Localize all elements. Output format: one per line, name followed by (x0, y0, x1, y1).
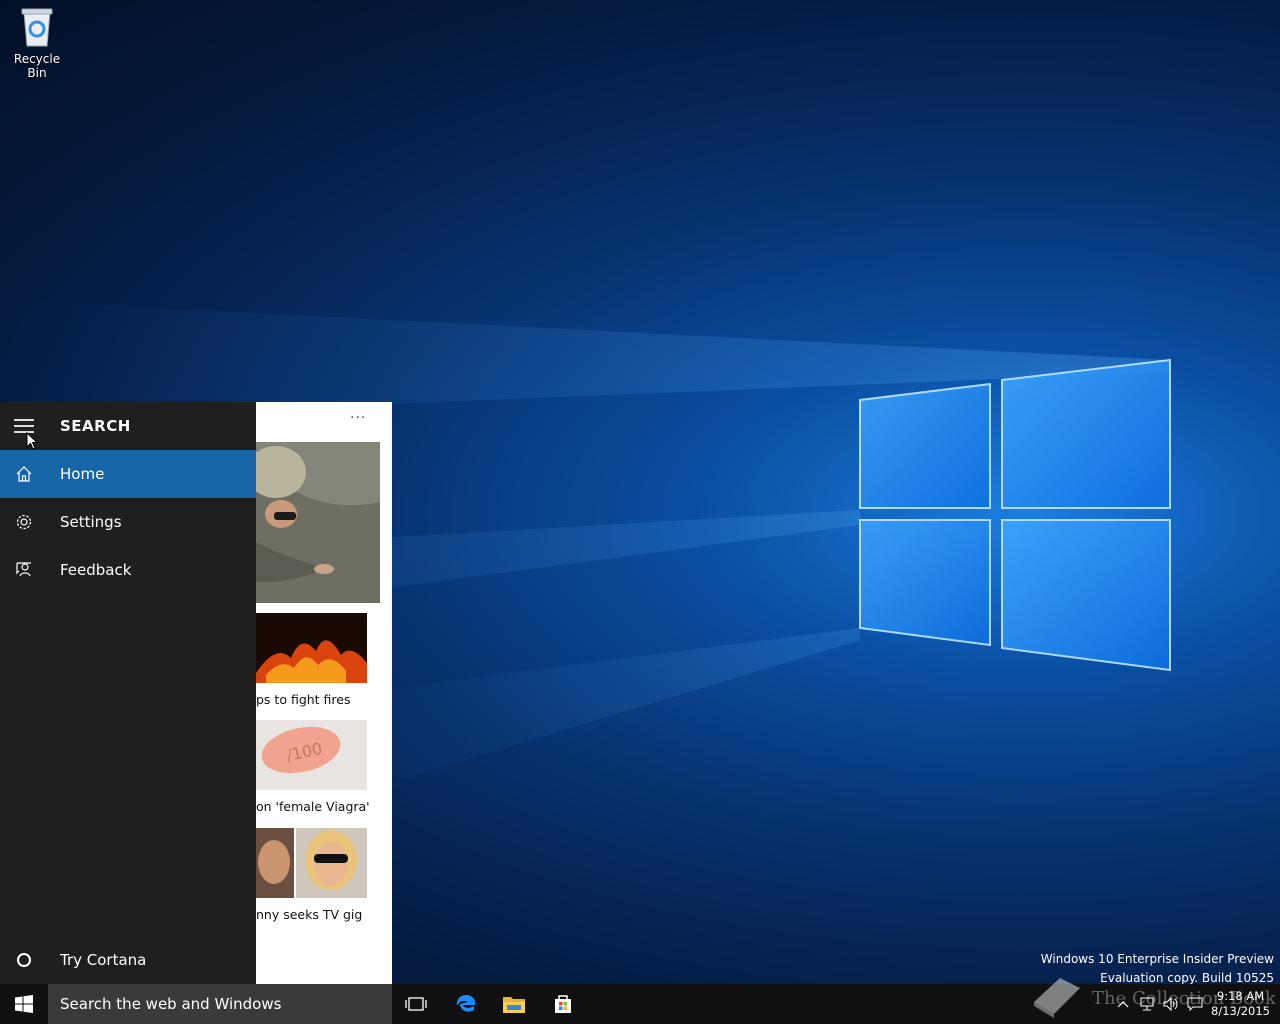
desktop-icon-recycle-bin[interactable]: Recycle Bin (4, 6, 70, 80)
folder-icon (503, 997, 525, 1013)
hamburger-menu-button[interactable] (0, 402, 48, 450)
news-photo-soldier (256, 442, 380, 603)
mouse-cursor-icon (26, 432, 38, 450)
taskbar-search-box[interactable]: Search the web and Windows (48, 984, 392, 1024)
taskbar: Search the web and Windows 9:18 AM 8/13/… (0, 984, 1280, 1024)
start-button[interactable] (0, 984, 48, 1024)
overlay-watermark-text: The Collection Book (1092, 988, 1276, 1009)
nav-item-label: Home (60, 465, 105, 483)
book-logo-icon (1034, 978, 1080, 1018)
news-caption[interactable]: on 'female Viagra' (256, 799, 370, 814)
news-photo-celebrities (256, 828, 367, 898)
nav-item-home[interactable]: Home (0, 450, 256, 498)
nav-item-label: Feedback (60, 561, 132, 579)
news-caption[interactable]: nny seeks TV gig (256, 907, 362, 922)
more-options-button[interactable]: ··· (350, 410, 366, 426)
nav-item-settings[interactable]: Settings (0, 498, 256, 546)
news-photo-fire (256, 613, 367, 683)
news-caption[interactable]: ps to fight fires (256, 692, 351, 707)
recycle-bin-icon (21, 8, 53, 47)
cortana-nav-panel: SEARCH Home Settings Feedback Try Cortan… (0, 402, 256, 984)
news-image-fire[interactable] (256, 613, 367, 683)
gear-icon (0, 513, 48, 531)
feedback-icon (0, 561, 48, 579)
cortana-circle-icon (0, 952, 48, 968)
try-cortana-label: Try Cortana (60, 951, 147, 969)
news-image-celebrities[interactable] (256, 828, 367, 898)
search-placeholder: Search the web and Windows (60, 995, 282, 1013)
panel-title: SEARCH (60, 417, 131, 435)
file-explorer-button[interactable] (490, 984, 538, 1024)
nav-item-label: Settings (60, 513, 122, 531)
news-photo-pill: /100 (256, 720, 367, 790)
task-view-icon (405, 997, 427, 1011)
task-view-button[interactable] (392, 984, 440, 1024)
home-icon (0, 465, 48, 483)
news-panel: ··· ps to fight fires /100 on 'female Vi… (256, 402, 392, 984)
try-cortana-button[interactable]: Try Cortana (0, 936, 256, 984)
watermark-line: Windows 10 Enterprise Insider Preview (1040, 952, 1274, 966)
nav-item-feedback[interactable]: Feedback (0, 546, 256, 594)
store-button[interactable] (539, 984, 587, 1024)
news-image-pill[interactable]: /100 (256, 720, 367, 790)
desktop-icon-label: Recycle Bin (13, 52, 61, 80)
store-icon (555, 995, 571, 1013)
edge-icon (456, 995, 476, 1012)
edge-browser-button[interactable] (442, 984, 490, 1024)
windows-logo-icon (15, 995, 33, 1013)
news-image-soldier[interactable] (256, 442, 380, 603)
